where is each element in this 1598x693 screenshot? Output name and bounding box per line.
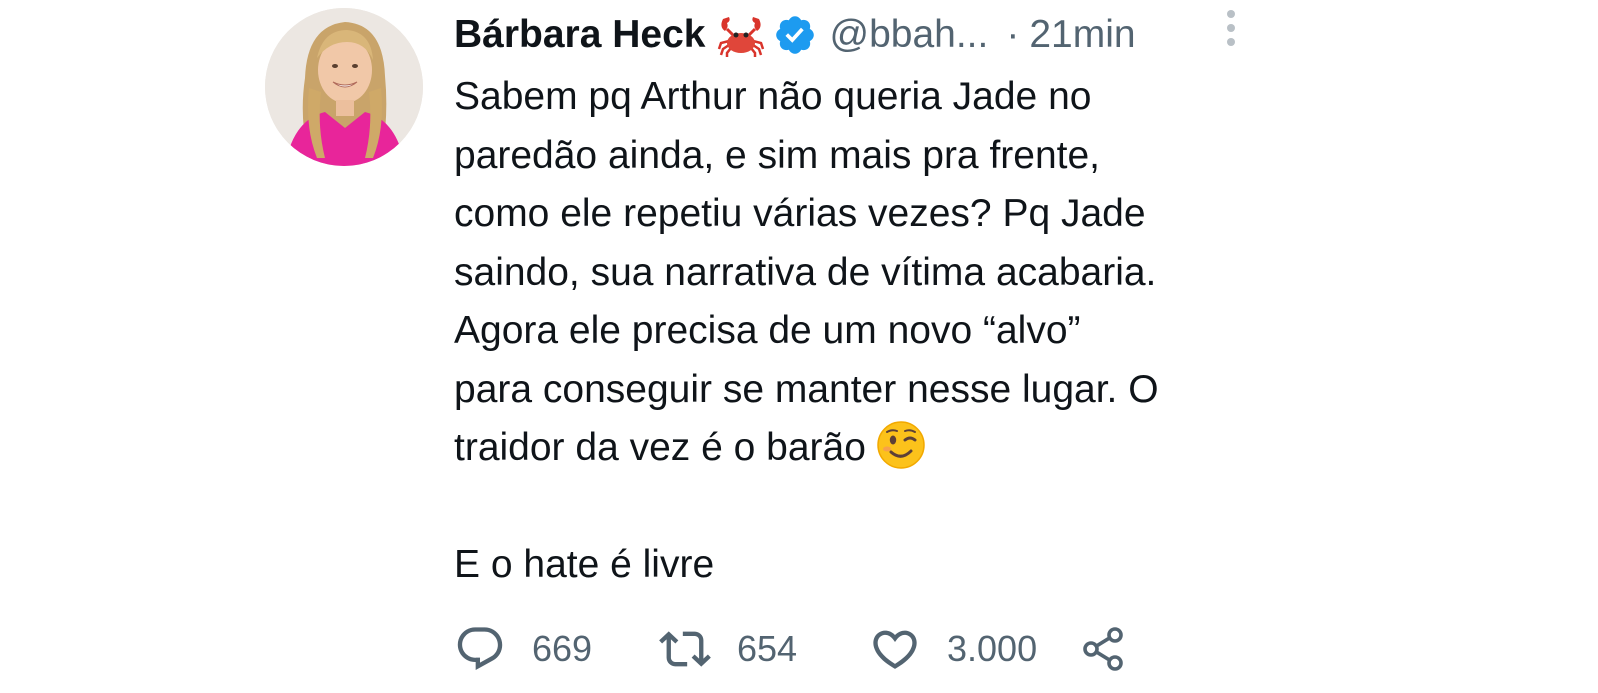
winking-face-icon [876, 420, 926, 470]
retweet-icon [659, 623, 711, 675]
tweet-text: Sabem pq Arthur não queria Jade no pared… [454, 68, 1354, 478]
share-icon [1079, 625, 1127, 673]
reply-count: 669 [532, 628, 593, 669]
user-handle[interactable]: @bbah... [829, 13, 988, 57]
verified-badge-icon [773, 13, 817, 57]
avatar[interactable] [265, 8, 423, 166]
reply-icon [454, 623, 506, 675]
more-options-icon[interactable] [1219, 8, 1243, 54]
display-name[interactable]: Bárbara Heck [454, 13, 705, 57]
share-button[interactable] [1079, 625, 1127, 673]
heart-icon [869, 623, 921, 675]
retweet-count: 654 [737, 628, 798, 669]
reply-button[interactable]: 669 [454, 623, 659, 675]
like-count: 3.000 [947, 628, 1038, 669]
retweet-button[interactable]: 654 [659, 623, 869, 675]
tweet-actions: 669 654 3.000 [454, 620, 1127, 678]
tweet[interactable]: Bárbara Heck @bbah... · 21min Sabem pq A… [0, 0, 1598, 693]
tweet-content: Bárbara Heck @bbah... · 21min Sabem pq A… [454, 8, 1354, 594]
tweet-time[interactable]: 21min [1029, 13, 1135, 57]
tweet-text-second: E o hate é livre [454, 542, 715, 586]
separator-dot: · [1006, 13, 1020, 56]
tweet-text-main: Sabem pq Arthur não queria Jade no pared… [454, 75, 1159, 469]
crab-icon [717, 13, 765, 57]
avatar-image [265, 8, 423, 166]
like-button[interactable]: 3.000 [869, 623, 1079, 675]
